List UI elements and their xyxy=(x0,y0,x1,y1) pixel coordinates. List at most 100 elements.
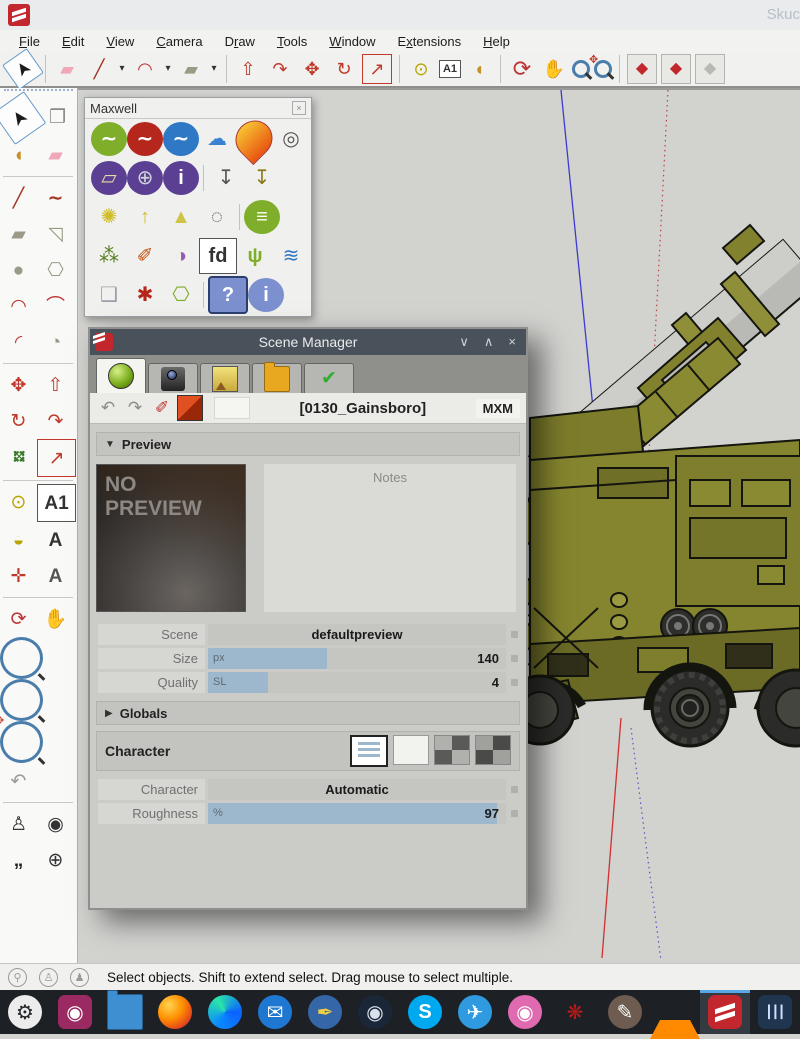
taskbar-icon-bird[interactable]: ✈ xyxy=(450,990,500,1034)
volumetric-icon[interactable]: ✱ xyxy=(127,278,163,312)
mxm-info-icon[interactable]: i xyxy=(163,161,199,195)
notes-panel[interactable]: Notes xyxy=(264,464,516,612)
grass-icon[interactable]: ψ xyxy=(237,239,273,273)
menu-tools[interactable]: Tools xyxy=(266,34,318,49)
preview-section-header[interactable]: ▼ Preview xyxy=(96,432,520,456)
sign-in-icon[interactable]: ♟ xyxy=(70,968,89,987)
line-tool-icon[interactable]: ╱ xyxy=(85,55,113,83)
material-name[interactable]: [0130_Gainsboro] xyxy=(250,400,476,417)
zoom-extents-tool-icon[interactable] xyxy=(594,60,612,78)
eraser-tool-icon[interactable]: ▰ xyxy=(53,55,81,83)
zoom-tool-icon[interactable] xyxy=(572,60,590,78)
open-mxm-folder-icon[interactable]: ▱ xyxy=(91,161,127,195)
tab-material[interactable] xyxy=(96,358,146,393)
circle-tool-icon[interactable]: ● xyxy=(0,252,37,288)
arc-tool-icon[interactable]: ◠ xyxy=(0,288,37,324)
menu-edit[interactable]: Edit xyxy=(51,34,95,49)
rectangle-tool-icon[interactable]: ▰ xyxy=(177,55,205,83)
color-wheel-icon[interactable]: ◑ xyxy=(163,239,199,273)
character-checker2-mode-button[interactable] xyxy=(475,735,511,765)
position-camera-tool-icon[interactable]: ♙ xyxy=(0,806,37,842)
dropdown-arrow-icon[interactable]: ▾ xyxy=(117,55,127,83)
redo-icon[interactable]: ↷ xyxy=(123,395,147,419)
emitter-icon[interactable]: ✺ xyxy=(91,200,127,234)
roughness-lock-box[interactable] xyxy=(511,810,518,817)
orbit-tool-icon[interactable]: ⟳ xyxy=(508,55,536,83)
menu-extensions[interactable]: Extensions xyxy=(387,34,473,49)
cloud-render-icon[interactable]: ☁ xyxy=(199,122,235,156)
help-button[interactable]: ? xyxy=(208,276,248,314)
character-value-field[interactable]: Automatic xyxy=(208,779,506,800)
menu-view[interactable]: View xyxy=(95,34,145,49)
menu-window[interactable]: Window xyxy=(318,34,386,49)
projector-icon[interactable]: ▲ xyxy=(163,200,199,234)
fd-camera-icon[interactable]: fd xyxy=(199,238,237,274)
material-cube-icon[interactable] xyxy=(177,395,203,421)
push-pull-tool-icon[interactable]: ⇧ xyxy=(234,55,262,83)
push-pull-tool-icon[interactable]: ⇧ xyxy=(37,367,74,403)
offset-tool-icon[interactable]: ↗ xyxy=(362,54,392,84)
menu-draw[interactable]: Draw xyxy=(214,34,266,49)
dimension-tool-icon[interactable]: A1 xyxy=(439,60,461,78)
rotated-rectangle-tool-icon[interactable]: ◹ xyxy=(37,216,74,252)
tab-checks-icon[interactable]: ✔ xyxy=(317,367,341,391)
previous-view-tool-icon[interactable]: ↶ xyxy=(0,763,37,799)
physical-sky-pin-icon[interactable]: ◌ xyxy=(199,200,235,234)
zoom-extents-tool-icon[interactable] xyxy=(0,721,43,763)
protractor-tool-icon[interactable]: ◒ xyxy=(0,522,37,558)
close-icon[interactable]: × xyxy=(292,101,306,115)
orbit-tool-icon[interactable]: ⟳ xyxy=(0,601,37,637)
pie-tool-icon[interactable]: ◔ xyxy=(37,324,74,360)
globals-section-header[interactable]: ▶ Globals xyxy=(96,701,520,725)
roughness-slider[interactable]: %97 xyxy=(208,803,506,824)
tab-material-icon[interactable] xyxy=(108,363,134,389)
geolocation-icon[interactable]: ⚲ xyxy=(8,968,27,987)
taskbar-icon-sketchup[interactable] xyxy=(700,990,750,1034)
taskbar-icon-thunderbird[interactable]: ✉ xyxy=(250,990,300,1034)
dropdown-arrow-icon[interactable]: ▾ xyxy=(209,55,219,83)
tab-files-icon[interactable] xyxy=(264,366,290,392)
scatter-icon[interactable]: ⁂ xyxy=(91,239,127,273)
about-button[interactable]: i xyxy=(248,278,284,312)
offset-tool-icon[interactable]: ↗ xyxy=(37,439,76,477)
character-blank-mode-button[interactable] xyxy=(393,735,429,765)
sea-icon[interactable]: ≋ xyxy=(273,239,309,273)
arc-tool-icon[interactable]: ◠ xyxy=(131,55,159,83)
polygon-tool-icon[interactable]: ⎔ xyxy=(37,252,74,288)
make-component-tool-icon[interactable]: ❒ xyxy=(39,99,76,135)
maxwell-palette-titlebar[interactable]: Maxwell × xyxy=(85,98,311,119)
close-icon[interactable]: × xyxy=(508,334,516,350)
taskbar-icon-screenshot[interactable]: ◉ xyxy=(50,990,100,1034)
axes-tool-icon[interactable]: ✛ xyxy=(0,558,37,594)
zoom-window-tool-icon[interactable] xyxy=(0,679,43,721)
menu-help[interactable]: Help xyxy=(472,34,521,49)
quality-slider[interactable]: SL4 xyxy=(208,672,506,693)
taskbar-icon-skype[interactable]: S xyxy=(400,990,450,1034)
export-stand-icon[interactable]: ↧ xyxy=(208,161,244,195)
tab-files[interactable] xyxy=(252,363,302,393)
taskbar-icon-pink-eye[interactable]: ◉ xyxy=(500,990,550,1034)
rectangle-tool-icon[interactable]: ▰ xyxy=(0,216,37,252)
mxm-gallery-icon[interactable]: ⊕ xyxy=(127,161,163,195)
two-point-arc-tool-icon[interactable]: ⌒ xyxy=(37,288,74,324)
paint-bucket-tool-icon[interactable]: ◖ xyxy=(0,137,37,173)
turn-around-tool-icon[interactable]: ⊕ xyxy=(37,842,74,878)
tab-environment-icon[interactable] xyxy=(212,366,238,392)
spotlight-icon[interactable]: ↑ xyxy=(127,200,163,234)
size-lock-box[interactable] xyxy=(511,655,518,662)
menu-camera[interactable]: Camera xyxy=(145,34,213,49)
taskbar-icon-vlc[interactable] xyxy=(650,990,700,1034)
taskbar-icon-gimp[interactable]: ✎ xyxy=(600,990,650,1034)
scene-value-field[interactable]: defaultpreview xyxy=(208,624,506,645)
character-checker-mode-button[interactable] xyxy=(434,735,470,765)
expand-icon[interactable]: ∧ xyxy=(484,334,494,350)
quality-lock-box[interactable] xyxy=(511,679,518,686)
move-tool-icon[interactable]: ✥ xyxy=(298,55,326,83)
maxwell-fire-render-icon[interactable]: ◆ xyxy=(661,54,691,84)
dimension-tool-icon[interactable]: A1 xyxy=(37,484,76,522)
taskbar-icon-edge[interactable] xyxy=(200,990,250,1034)
zoom-tool-icon[interactable] xyxy=(0,637,43,679)
paint-bucket-tool-icon[interactable]: ◖ xyxy=(465,55,493,83)
pan-tool-icon[interactable]: ✋ xyxy=(37,601,74,637)
export-image-icon[interactable]: ↧ xyxy=(244,161,280,195)
